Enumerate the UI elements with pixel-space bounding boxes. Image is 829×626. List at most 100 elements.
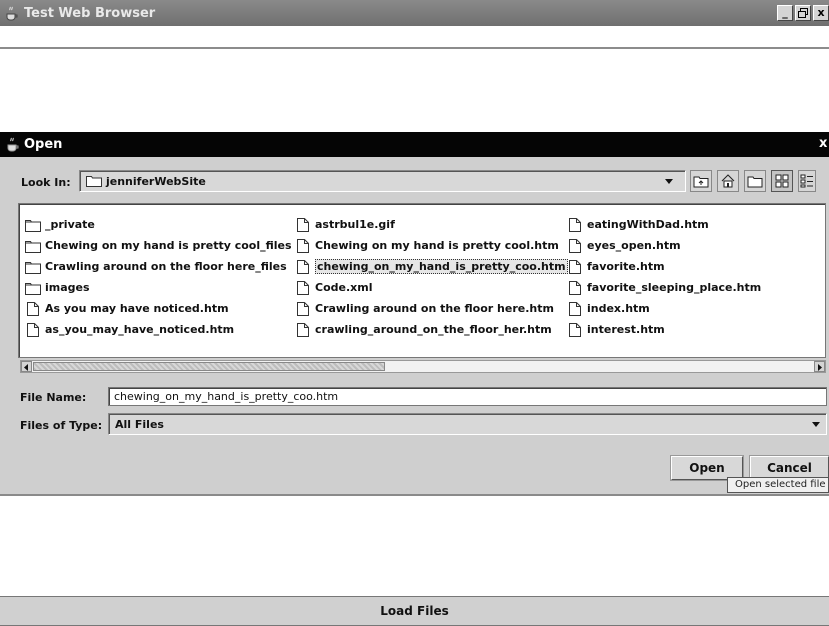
list-item[interactable]: Code.xml — [295, 277, 568, 298]
file-name: Chewing on my hand is pretty cool_files — [45, 239, 292, 252]
file-name: favorite.htm — [587, 260, 665, 273]
folder-icon — [25, 240, 41, 253]
minimize-button[interactable]: _ — [777, 5, 793, 21]
list-item[interactable]: as_you_may_have_noticed.htm — [25, 319, 292, 340]
file-icon — [569, 280, 581, 295]
list-item[interactable]: eyes_open.htm — [567, 235, 761, 256]
up-folder-icon — [693, 176, 709, 188]
file-name: Code.xml — [315, 281, 373, 294]
file-name: favorite_sleeping_place.htm — [587, 281, 762, 294]
list-item[interactable]: Chewing on my hand is pretty cool_files — [25, 235, 292, 256]
list-item[interactable]: images — [25, 277, 292, 298]
toolbar — [690, 170, 816, 192]
new-folder-button[interactable] — [744, 170, 766, 192]
file-name: eyes_open.htm — [587, 239, 681, 252]
window-title: Test Web Browser — [24, 5, 156, 21]
file-icon — [297, 301, 309, 316]
files-of-type-combo[interactable]: All Files — [108, 413, 827, 435]
file-icon — [569, 217, 581, 232]
window-close-button[interactable]: x — [813, 5, 829, 21]
file-list[interactable]: _private Chewing on my hand is pretty co… — [18, 203, 826, 358]
list-item[interactable]: _private — [25, 214, 292, 235]
file-icon — [297, 217, 309, 232]
look-in-combo[interactable]: jenniferWebSite — [79, 170, 686, 192]
window-titlebar: Test Web Browser — [0, 0, 829, 26]
java-cup-icon — [6, 6, 18, 21]
list-item[interactable]: index.htm — [567, 298, 761, 319]
file-name-label: File Name: — [20, 391, 87, 404]
file-column-3: eatingWithDad.htm eyes_open.htm favorite… — [567, 214, 761, 340]
list-item[interactable]: Crawling around on the floor here_files — [25, 256, 292, 277]
file-name: _private — [45, 218, 95, 231]
file-name: chewing_on_my_hand_is_pretty_coo.htm — [315, 259, 568, 274]
files-of-type-label: Files of Type: — [20, 419, 103, 432]
maximize-button[interactable] — [795, 5, 811, 21]
list-item[interactable]: crawling_around_on_the_floor_her.htm — [295, 319, 568, 340]
file-name: index.htm — [587, 302, 650, 315]
new-folder-icon — [747, 176, 763, 188]
files-of-type-value: All Files — [115, 417, 164, 431]
load-files-button[interactable]: Load Files — [0, 596, 829, 626]
tooltip: Open selected file — [727, 477, 829, 493]
list-item[interactable]: As you may have noticed.htm — [25, 298, 292, 319]
file-icon — [297, 238, 309, 253]
dialog-titlebar: Open — [0, 132, 829, 157]
horizontal-scrollbar[interactable] — [20, 360, 826, 373]
file-name: Crawling around on the floor here_files — [45, 260, 287, 273]
chevron-down-icon — [665, 179, 673, 184]
file-name: eatingWithDad.htm — [587, 218, 709, 231]
list-item[interactable]: interest.htm — [567, 319, 761, 340]
look-in-value: jenniferWebSite — [106, 174, 206, 188]
arrow-right-icon — [818, 364, 822, 371]
file-name: interest.htm — [587, 323, 665, 336]
list-item[interactable]: Crawling around on the floor here.htm — [295, 298, 568, 319]
list-view-icon — [775, 174, 789, 188]
file-icon — [297, 259, 309, 274]
file-name: crawling_around_on_the_floor_her.htm — [315, 323, 552, 336]
folder-icon — [86, 176, 102, 187]
file-icon — [569, 301, 581, 316]
chevron-down-icon — [812, 422, 820, 427]
file-icon — [569, 238, 581, 253]
file-icon — [297, 322, 309, 337]
file-name: Chewing on my hand is pretty cool.htm — [315, 239, 559, 252]
scroll-right-button[interactable] — [814, 361, 825, 372]
file-name-field[interactable]: chewing_on_my_hand_is_pretty_coo.htm — [108, 387, 827, 406]
scroll-thumb[interactable] — [33, 362, 385, 371]
arrow-left-icon — [24, 364, 28, 371]
home-icon — [721, 174, 735, 188]
up-folder-button[interactable] — [690, 170, 712, 192]
file-name: images — [45, 281, 90, 294]
file-name: As you may have noticed.htm — [45, 302, 229, 315]
list-item[interactable]: Chewing on my hand is pretty cool.htm — [295, 235, 568, 256]
dialog-close-button[interactable]: x — [819, 136, 827, 151]
file-name: as_you_may_have_noticed.htm — [45, 323, 235, 336]
details-view-button[interactable] — [798, 170, 816, 192]
address-divider — [0, 47, 829, 49]
list-item-selected[interactable]: chewing_on_my_hand_is_pretty_coo.htm — [295, 256, 568, 277]
file-icon — [297, 280, 309, 295]
scroll-left-button[interactable] — [21, 361, 32, 372]
dialog-title: Open — [24, 137, 63, 152]
folder-icon — [25, 219, 41, 232]
file-icon — [27, 301, 39, 316]
home-button[interactable] — [717, 170, 739, 192]
browser-content-bottom — [0, 498, 829, 596]
java-cup-icon — [7, 137, 19, 152]
look-in-label: Look In: — [21, 176, 71, 189]
list-item[interactable]: astrbul1e.gif — [295, 214, 568, 235]
details-view-icon — [800, 174, 813, 188]
list-item[interactable]: eatingWithDad.htm — [567, 214, 761, 235]
file-name: Crawling around on the floor here.htm — [315, 302, 554, 315]
folder-icon — [25, 282, 41, 295]
list-item[interactable]: favorite.htm — [567, 256, 761, 277]
folder-icon — [25, 261, 41, 274]
window-controls: _ x — [777, 5, 829, 21]
file-icon — [569, 322, 581, 337]
browser-content-top — [0, 26, 829, 132]
restore-icon — [798, 8, 808, 18]
list-item[interactable]: favorite_sleeping_place.htm — [567, 277, 761, 298]
list-view-button[interactable] — [771, 170, 793, 192]
file-column-2: astrbul1e.gif Chewing on my hand is pret… — [295, 214, 568, 340]
file-column-1: _private Chewing on my hand is pretty co… — [25, 214, 292, 340]
